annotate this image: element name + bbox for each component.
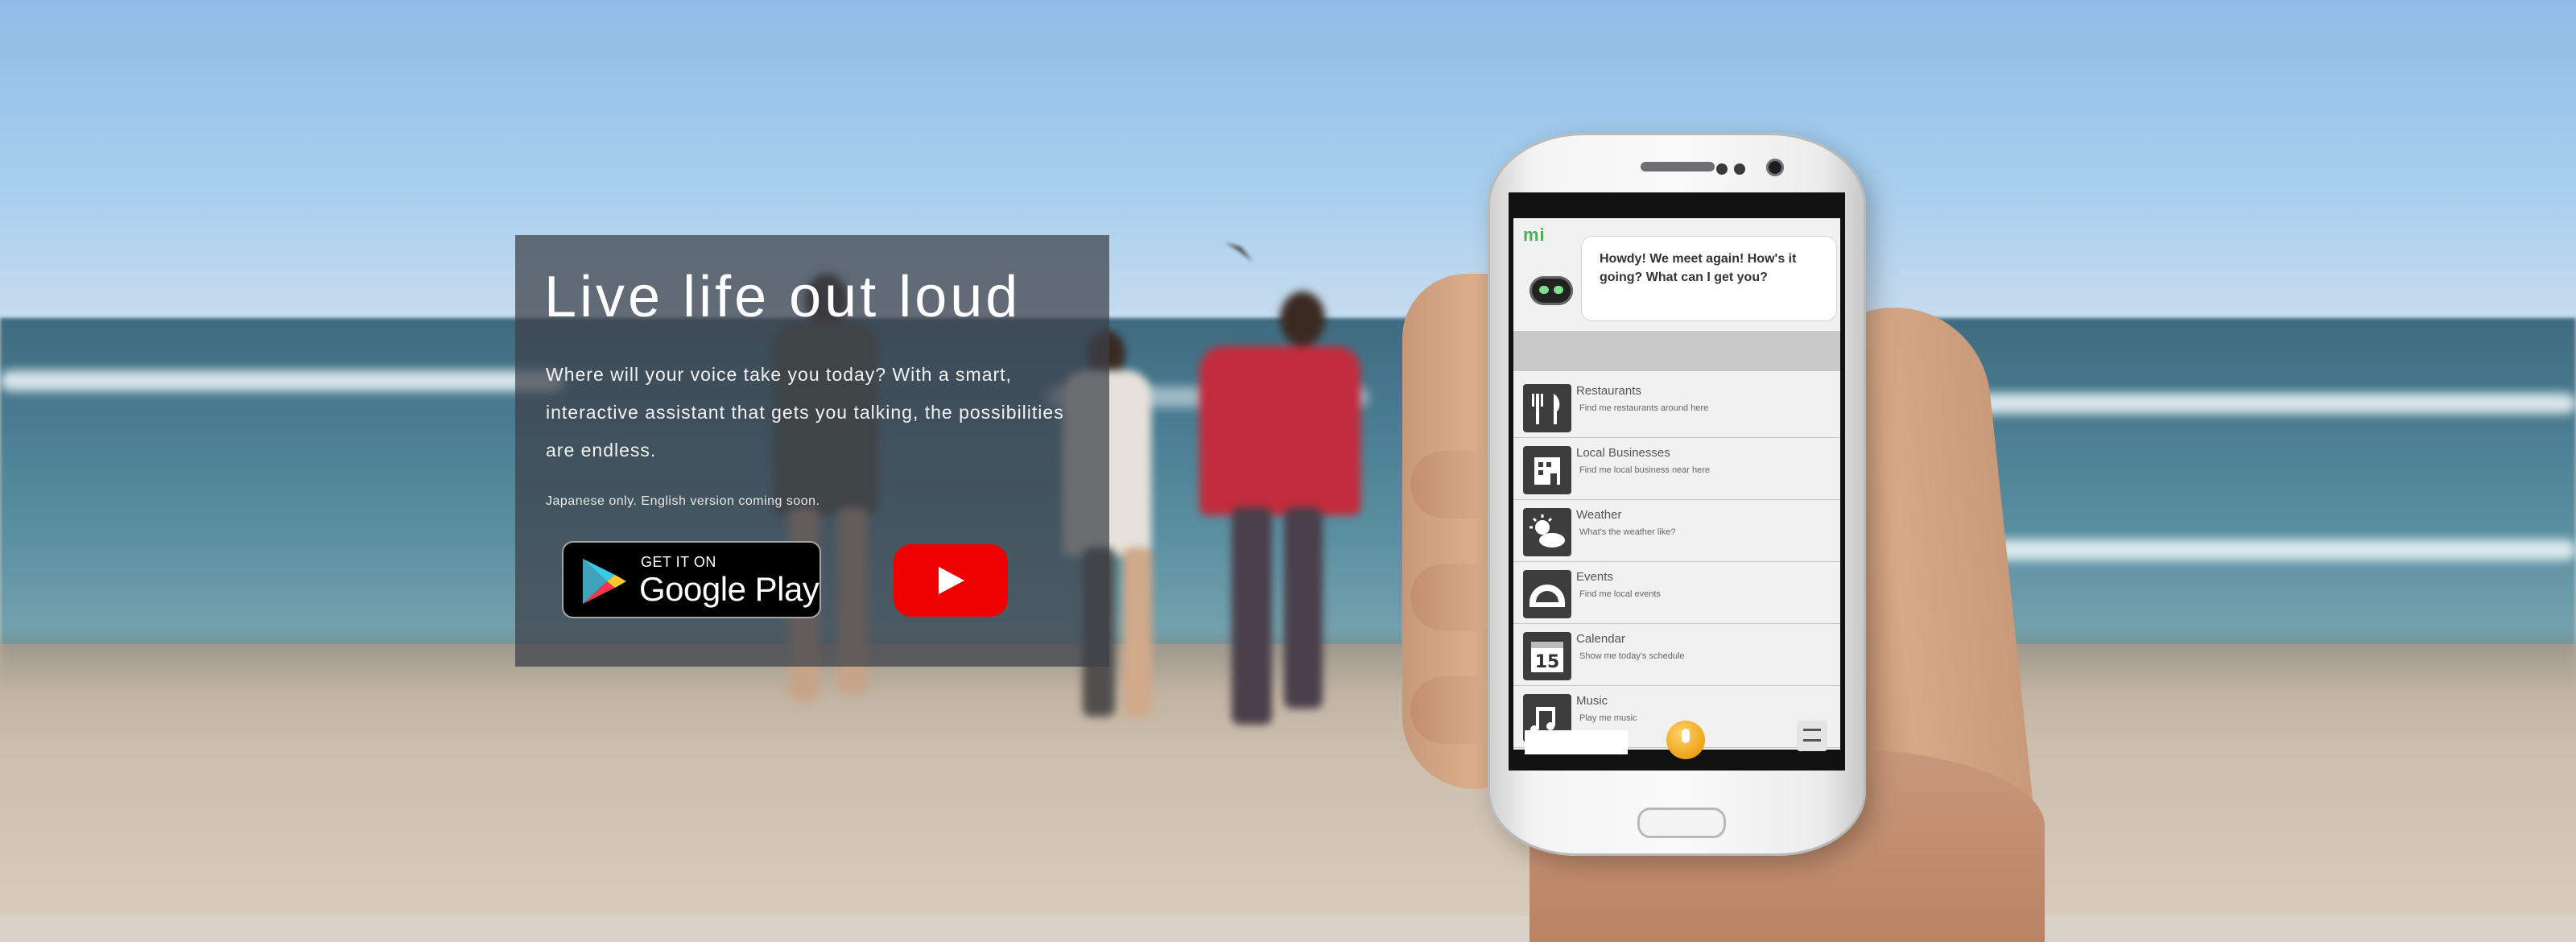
- google-play-label: Google Play: [639, 570, 819, 608]
- assistant-app: mi Howdy! We meet again! How's it going?…: [1513, 218, 1840, 750]
- app-logo: mi: [1523, 225, 1546, 245]
- list-item-subtitle: Find me local events: [1579, 589, 1661, 599]
- building-icon: [1523, 446, 1571, 494]
- list-item-title: Calendar: [1576, 632, 1625, 646]
- smartphone: mi Howdy! We meet again! How's it going?…: [1488, 133, 1866, 856]
- robot-icon: [1530, 276, 1573, 305]
- bird-icon: [1225, 242, 1253, 262]
- list-item-subtitle: What's the weather like?: [1579, 527, 1676, 537]
- input-bar: [1513, 721, 1840, 771]
- list-item-subtitle: Play me music: [1579, 713, 1637, 723]
- hero-title: Live life out loud: [544, 265, 1022, 329]
- keyboard-icon: [1803, 729, 1821, 742]
- text-input[interactable]: [1525, 730, 1628, 754]
- hero-description: Where will your voice take you today? Wi…: [546, 364, 1064, 461]
- phone-screen: mi Howdy! We meet again! How's it going?…: [1509, 192, 1845, 771]
- list-item-subtitle: Show me today's schedule: [1579, 651, 1685, 661]
- assistant-speech-bubble: Howdy! We meet again! How's it going? Wh…: [1581, 236, 1837, 321]
- stadium-icon: [1523, 570, 1571, 618]
- wave: [1980, 539, 2576, 560]
- phone-sensor: [1734, 163, 1745, 175]
- hero-note: Japanese only. English version coming so…: [546, 494, 820, 508]
- assistant-greeting: Howdy! We meet again! How's it going? Wh…: [1600, 252, 1797, 284]
- home-button[interactable]: [1637, 808, 1726, 838]
- list-item-calendar[interactable]: 15 Calendar Show me today's schedule: [1513, 624, 1840, 686]
- weather-icon: [1523, 508, 1571, 556]
- list-item-title: Events: [1576, 570, 1613, 584]
- list-item-title: Music: [1576, 694, 1608, 708]
- list-item-title: Weather: [1576, 508, 1622, 522]
- calendar-icon: 15: [1523, 632, 1571, 680]
- google-play-button[interactable]: GET IT ON Google Play: [562, 541, 821, 618]
- list-item-title: Restaurants: [1576, 384, 1641, 398]
- keyboard-button[interactable]: [1797, 721, 1827, 751]
- phone-speaker: [1641, 162, 1715, 171]
- divider-band: [1513, 331, 1840, 371]
- youtube-button[interactable]: [894, 544, 1008, 617]
- phone-sensor: [1716, 163, 1728, 175]
- fork-knife-icon: [1523, 384, 1571, 432]
- svg-text:15: 15: [1535, 652, 1560, 672]
- background-photo: [0, 0, 2576, 915]
- google-play-caption: GET IT ON: [641, 554, 716, 570]
- list-item-subtitle: Find me local business near here: [1579, 465, 1711, 475]
- wave: [0, 370, 564, 391]
- camera-icon: [1766, 159, 1784, 176]
- sky: [0, 0, 2576, 322]
- wave: [1916, 393, 2576, 414]
- list-item-subtitle: Find me restaurants around here: [1579, 403, 1709, 413]
- list-item-title: Local Businesses: [1576, 446, 1670, 460]
- list-item-local-businesses[interactable]: Local Businesses Find me local business …: [1513, 438, 1840, 500]
- youtube-play-icon: [939, 567, 964, 594]
- list-item-weather[interactable]: Weather What's the weather like?: [1513, 500, 1840, 562]
- microphone-button[interactable]: [1666, 721, 1705, 759]
- suggestion-list: Restaurants Find me restaurants around h…: [1513, 376, 1840, 748]
- hero-card: Live life out loud Where will your voice…: [515, 235, 1109, 667]
- list-item-restaurants[interactable]: Restaurants Find me restaurants around h…: [1513, 376, 1840, 438]
- list-item-events[interactable]: Events Find me local events: [1513, 562, 1840, 624]
- google-play-icon: [583, 559, 626, 604]
- microphone-icon: [1682, 729, 1690, 743]
